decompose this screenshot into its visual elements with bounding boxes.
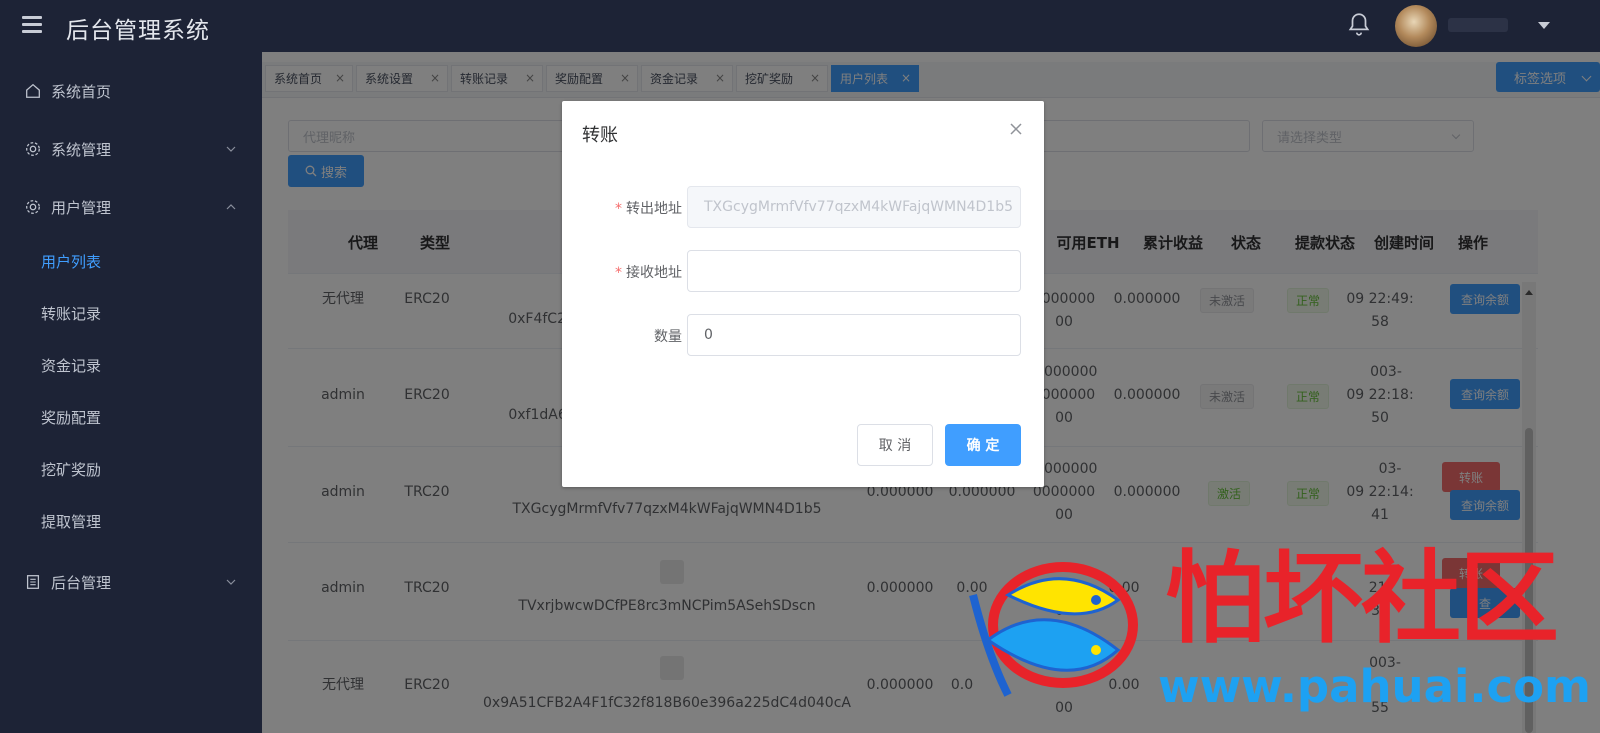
amount-label: 数量 — [654, 329, 682, 345]
confirm-button[interactable]: 确 定 — [945, 424, 1021, 466]
dialog-title: 转账 — [582, 125, 618, 146]
to-address-label: * 接收地址 — [562, 262, 682, 282]
chevron-down-icon[interactable] — [1538, 22, 1550, 29]
from-address-label-text: 转出地址 — [626, 201, 682, 217]
sidebar-item-users[interactable]: 用户管理 — [0, 185, 262, 229]
watermark-url: www.pahuai.com — [1158, 660, 1591, 713]
sidebar-item-admin[interactable]: 后台管理 — [0, 560, 262, 604]
bell-icon[interactable] — [1346, 10, 1372, 38]
sidebar-item-label: 系统首页 — [51, 82, 112, 101]
sidebar-item-label: 后台管理 — [51, 573, 112, 592]
sidebar-item-label: 用户管理 — [51, 198, 112, 217]
avatar[interactable] — [1395, 5, 1437, 47]
sidebar-item-label: 系统管理 — [51, 140, 112, 159]
cancel-button[interactable]: 取 消 — [857, 424, 933, 466]
sidebar-subitem-label: 资金记录 — [41, 357, 102, 375]
watermark-text: 怕坏社区 — [1165, 539, 1559, 657]
username-redacted — [1448, 18, 1508, 32]
sidebar-subitem-withdraw[interactable]: 提取管理 — [0, 501, 262, 541]
top-header: 后台管理系统 — [0, 0, 1600, 52]
document-icon — [26, 575, 40, 589]
close-icon[interactable] — [1008, 121, 1024, 137]
sidebar-subitem-label: 奖励配置 — [41, 409, 102, 427]
from-address-label: * 转出地址 — [562, 198, 682, 218]
from-address-input[interactable]: TXGcygMrmfVfv77qzxM4kWFajqWMN4D1b5 — [687, 186, 1021, 228]
app-title: 后台管理系统 — [66, 18, 210, 44]
menu-toggle-icon[interactable] — [22, 16, 42, 34]
sidebar-subitem-fund-records[interactable]: 资金记录 — [0, 345, 262, 385]
sidebar-subitem-label: 提取管理 — [41, 513, 102, 531]
gear-icon — [26, 200, 40, 214]
sidebar-subitem-label: 转账记录 — [41, 305, 102, 323]
home-icon — [26, 83, 40, 98]
amount-input[interactable]: 0 — [687, 314, 1021, 356]
chevron-up-icon — [226, 204, 236, 210]
sidebar-subitem-transfer-records[interactable]: 转账记录 — [0, 293, 262, 333]
required-mark: * — [615, 201, 622, 217]
required-mark: * — [615, 265, 622, 281]
to-address-label-text: 接收地址 — [626, 265, 682, 281]
sidebar-item-home[interactable]: 系统首页 — [0, 69, 262, 113]
watermark-fish-logo — [969, 562, 1138, 697]
sidebar-subitem-reward-config[interactable]: 奖励配置 — [0, 397, 262, 437]
chevron-down-icon — [226, 146, 236, 152]
gear-icon — [26, 142, 40, 156]
sidebar-subitem-mining-reward[interactable]: 挖矿奖励 — [0, 449, 262, 489]
sidebar-item-system[interactable]: 系统管理 — [0, 127, 262, 171]
sidebar-subitem-user-list[interactable]: 用户列表 — [0, 241, 262, 281]
to-address-input[interactable] — [687, 250, 1021, 292]
chevron-down-icon — [226, 579, 236, 585]
sidebar-subitem-label: 挖矿奖励 — [41, 461, 102, 479]
sidebar-subitem-label: 用户列表 — [41, 253, 102, 271]
sidebar: 系统首页 系统管理 用户管理 用户列表 转账记录 资金记录 奖励配置 挖矿奖励 … — [0, 52, 262, 733]
transfer-dialog: 转账 * 转出地址 TXGcygMrmfVfv77qzxM4kWFajqWMN4D… — [562, 101, 1044, 487]
